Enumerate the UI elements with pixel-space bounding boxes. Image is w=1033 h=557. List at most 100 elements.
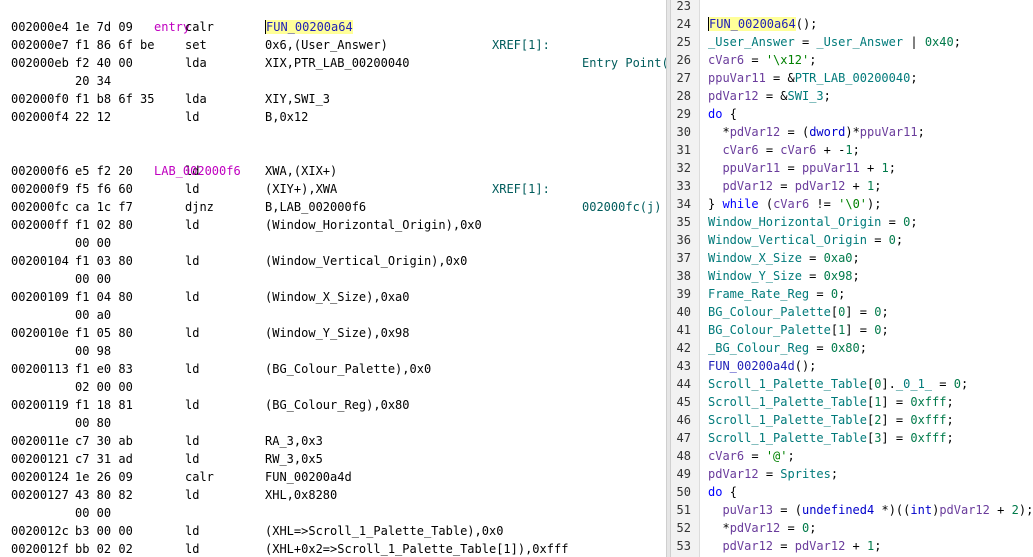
code-text[interactable]: pdVar12 = &SWI_3; (708, 87, 831, 105)
operands[interactable]: B,LAB_002000f6 (265, 198, 366, 216)
decompiler-line[interactable]: 34} while (cVar6 != '\0'); (671, 195, 1033, 213)
operand-text[interactable]: XHL,0x8280 (265, 488, 337, 502)
operands[interactable]: (Window_Horizontal_Origin),0x0 (265, 216, 482, 234)
function-name[interactable]: FUN_00200a64 (708, 17, 796, 31)
code-text[interactable]: *pdVar12 = 0; (708, 519, 816, 537)
global-symbol[interactable]: Window_X_Size (708, 251, 802, 265)
listing-row[interactable]: 002000e4 1e 7d 09 calr FUN_00200a64 (0, 18, 666, 36)
operands[interactable]: B,0x12 (265, 108, 308, 126)
operand-text[interactable]: (Window_X_Size),0xa0 (265, 290, 410, 304)
code-text[interactable]: Window_Vertical_Origin = 0; (708, 231, 903, 249)
decompiler-line[interactable]: 32 ppuVar11 = ppuVar11 + 1; (671, 159, 1033, 177)
decompiler-line[interactable]: 28 pdVar12 = &SWI_3; (671, 87, 1033, 105)
global-symbol[interactable]: SWI_3 (788, 89, 824, 103)
local-variable[interactable]: cVar6 (773, 197, 809, 211)
operands[interactable]: FUN_00200a4d (265, 468, 352, 486)
code-text[interactable]: Window_Y_Size = 0x98; (708, 267, 860, 285)
operands[interactable]: XIX,PTR_LAB_00200040 (265, 54, 410, 72)
operand-text[interactable]: (BG_Colour_Reg),0x80 (265, 398, 410, 412)
code-text[interactable]: Scroll_1_Palette_Table[3] = 0xfff; (708, 429, 954, 447)
code-text[interactable]: do { (708, 483, 737, 501)
global-symbol[interactable]: BG_Colour_Palette (708, 305, 831, 319)
operand-text[interactable]: FUN_00200a64 (265, 20, 353, 34)
decompiler-line[interactable]: 40 BG_Colour_Palette[0] = 0; (671, 303, 1033, 321)
listing-row[interactable]: 00 a0 (0, 306, 666, 324)
global-symbol[interactable]: _0_1_ (896, 377, 932, 391)
global-symbol[interactable]: Window_Y_Size (708, 269, 802, 283)
decompiler-line[interactable]: 45 Scroll_1_Palette_Table[1] = 0xfff; (671, 393, 1033, 411)
code-text[interactable]: cVar6 = cVar6 + -1; (708, 141, 859, 159)
listing-row[interactable]: 0020012c b3 00 00 ld (XHL=>Scroll_1_Palette… (0, 522, 666, 540)
code-text[interactable]: cVar6 = '\x12'; (708, 51, 816, 69)
operands[interactable]: (XHL+0x2=>Scroll_1_Palette_Table[1]),0xf… (265, 540, 568, 557)
local-variable[interactable]: cVar6 (722, 143, 758, 157)
global-symbol[interactable]: _BG_Colour_Reg (708, 341, 809, 355)
listing-row[interactable]: 002000f4 22 12 ld B,0x12 (0, 108, 666, 126)
code-text[interactable]: BG_Colour_Palette[1] = 0; (708, 321, 889, 339)
global-symbol[interactable]: _User_Answer (708, 35, 795, 49)
operand-text[interactable]: (Window_Y_Size),0x98 (265, 326, 410, 340)
decompiler-line[interactable]: 38 Window_Y_Size = 0x98; (671, 267, 1033, 285)
listing-row[interactable]: 00200119 f1 18 81 ld (BG_Colour_Reg),0x80 (0, 396, 666, 414)
local-variable[interactable]: ppuVar11 (722, 161, 780, 175)
decompiler-line[interactable]: 23 (671, 0, 1033, 15)
local-variable[interactable]: pdVar12 (708, 467, 759, 481)
listing-row[interactable]: 00 98 (0, 342, 666, 360)
listing-row[interactable]: 002000eb f2 40 00 lda XIX,PTR_LAB_00200040 (0, 54, 666, 72)
operands[interactable]: (BG_Colour_Reg),0x80 (265, 396, 410, 414)
code-text[interactable]: } while (cVar6 != '\0'); (708, 195, 882, 213)
global-symbol[interactable]: PTR_LAB_00200040 (795, 71, 911, 85)
operands[interactable]: (Window_Y_Size),0x98 (265, 324, 410, 342)
code-text[interactable]: Window_X_Size = 0xa0; (708, 249, 860, 267)
local-variable[interactable]: pdVar12 (722, 179, 773, 193)
listing-row[interactable]: 002000f0 f1 b8 6f 35 lda XIY,SWI_3 (0, 90, 666, 108)
listing-row[interactable]: 00200127 43 80 82 ld XHL,0x8280 (0, 486, 666, 504)
global-symbol[interactable]: Sprites (780, 467, 831, 481)
decompiler-line[interactable]: 51 puVar13 = (undefined4 *)((int)pdVar12… (671, 501, 1033, 519)
decompiler-line[interactable]: 39 Frame_Rate_Reg = 0; (671, 285, 1033, 303)
decompiler-line[interactable]: 27 ppuVar11 = &PTR_LAB_00200040; (671, 69, 1033, 87)
code-text[interactable]: _User_Answer = _User_Answer | 0x40; (708, 33, 961, 51)
decompiler-line[interactable]: 48 cVar6 = '@'; (671, 447, 1033, 465)
decompiler-line[interactable]: 33 pdVar12 = pdVar12 + 1; (671, 177, 1033, 195)
global-symbol[interactable]: Scroll_1_Palette_Table (708, 431, 867, 445)
listing-row[interactable]: 00200121 c7 31 ad ld RW_3,0x5 (0, 450, 666, 468)
decompiler-line[interactable]: 42 _BG_Colour_Reg = 0x80; (671, 339, 1033, 357)
code-text[interactable]: _BG_Colour_Reg = 0x80; (708, 339, 867, 357)
local-variable[interactable]: pdVar12 (939, 503, 990, 517)
code-text[interactable]: BG_Colour_Palette[0] = 0; (708, 303, 889, 321)
code-text[interactable]: puVar13 = (undefined4 *)((int)pdVar12 + … (708, 501, 1033, 519)
code-text[interactable]: FUN_00200a64(); (708, 15, 817, 33)
operands[interactable]: (XIY+),XWA (265, 180, 337, 198)
operand-text[interactable]: (XIY+),XWA (265, 182, 337, 196)
lab-xref-source[interactable]: 002000fc(j) (582, 198, 661, 216)
code-text[interactable]: *pdVar12 = (dword)*ppuVar11; (708, 123, 924, 141)
listing-row[interactable]: 00200113 f1 e0 83 ld (BG_Colour_Palette),0x… (0, 360, 666, 378)
local-variable[interactable]: cVar6 (708, 53, 744, 67)
operands[interactable]: (Window_Vertical_Origin),0x0 (265, 252, 467, 270)
code-text[interactable]: pdVar12 = pdVar12 + 1; (708, 177, 881, 195)
code-text[interactable]: ppuVar11 = &PTR_LAB_00200040; (708, 69, 918, 87)
local-variable[interactable]: pdVar12 (708, 89, 759, 103)
decompiler-line[interactable]: 29 do { (671, 105, 1033, 123)
operands[interactable]: XIY,SWI_3 (265, 90, 330, 108)
local-variable[interactable]: ppuVar11 (802, 161, 860, 175)
global-symbol[interactable]: Frame_Rate_Reg (708, 287, 809, 301)
decompiler-line[interactable]: 25 _User_Answer = _User_Answer | 0x40; (671, 33, 1033, 51)
operand-text[interactable]: RA_3,0x3 (265, 434, 323, 448)
operand-text[interactable]: XIX,PTR_LAB_00200040 (265, 56, 410, 70)
decompiler-line[interactable]: 26 cVar6 = '\x12'; (671, 51, 1033, 69)
code-text[interactable]: Frame_Rate_Reg = 0; (708, 285, 845, 303)
operand-text[interactable]: (BG_Colour_Palette),0x0 (265, 362, 431, 376)
listing-row[interactable]: 02 00 00 (0, 378, 666, 396)
local-variable[interactable]: puVar13 (722, 503, 773, 517)
operand-text[interactable]: B,LAB_002000f6 (265, 200, 366, 214)
operands[interactable]: (Window_X_Size),0xa0 (265, 288, 410, 306)
operand-text[interactable]: XIY,SWI_3 (265, 92, 330, 106)
listing-row[interactable]: 002000e7 f1 86 6f be set 0x6,(User_Answer) (0, 36, 666, 54)
code-text[interactable]: ppuVar11 = ppuVar11 + 1; (708, 159, 895, 177)
local-variable[interactable]: pdVar12 (795, 179, 846, 193)
listing-row[interactable]: 002000f9 f5 f6 60 ld (XIY+),XWA (0, 180, 666, 198)
operands[interactable]: (BG_Colour_Palette),0x0 (265, 360, 431, 378)
lab-label[interactable]: LAB_002000f6 (154, 162, 241, 180)
